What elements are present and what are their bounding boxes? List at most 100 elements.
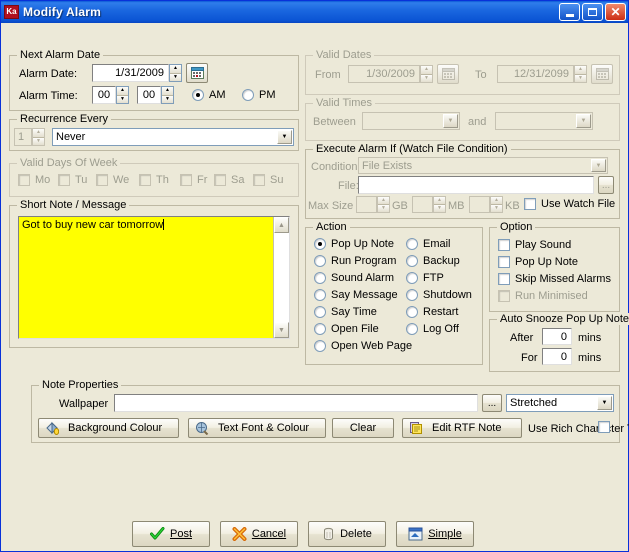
valid-dates-from-calendar-button[interactable] [437, 64, 459, 84]
wallpaper-stretch-combo[interactable]: Stretched ▼ [506, 394, 614, 412]
from-spinner-down-icon[interactable]: ▼ [421, 74, 432, 82]
scroll-down-arrow-icon[interactable]: ▼ [274, 322, 289, 338]
action-radio-log-off[interactable]: Log Off [406, 323, 459, 335]
valid-dates-to-calendar-button[interactable] [591, 64, 613, 84]
file-browse-button[interactable]: ... [598, 176, 614, 194]
option-checkbox-pop-up-note[interactable]: Pop Up Note [498, 256, 578, 268]
gb-spinner-down-icon[interactable]: ▼ [378, 205, 389, 212]
recurrence-count-input[interactable]: 1 [14, 128, 32, 146]
max-size-gb-input[interactable] [356, 196, 377, 213]
action-radio-backup[interactable]: Backup [406, 255, 460, 267]
background-colour-button[interactable]: Background Colour [38, 418, 179, 438]
valid-times-and-combo[interactable]: ▼ [495, 112, 593, 130]
text-font-colour-button[interactable]: Text Font & Colour [188, 418, 326, 438]
recurrence-spinner-down-icon[interactable]: ▼ [33, 137, 44, 145]
action-radio-run-program[interactable]: Run Program [314, 255, 396, 267]
short-note-textarea[interactable]: Got to buy new car tomorrow ▲ ▼ [18, 216, 290, 339]
minimize-button[interactable] [559, 3, 580, 21]
radio-am[interactable]: AM [192, 89, 226, 101]
from-spinner-up-icon[interactable]: ▲ [421, 66, 432, 75]
hour-spinner-down-icon[interactable]: ▼ [117, 95, 128, 103]
option-checkbox-play-sound[interactable]: Play Sound [498, 239, 571, 251]
alarm-hour-spinner[interactable]: ▲ ▼ [116, 86, 129, 104]
action-radio-shutdown[interactable]: Shutdown [406, 289, 472, 301]
recurrence-count-spinner[interactable]: ▲ ▼ [32, 128, 45, 146]
mb-spinner-up-icon[interactable]: ▲ [434, 197, 445, 205]
chevron-down-icon[interactable]: ▼ [576, 114, 591, 128]
hour-spinner-up-icon[interactable]: ▲ [117, 87, 128, 96]
alarm-date-spinner[interactable]: ▲ ▼ [169, 64, 182, 82]
scroll-up-arrow-icon[interactable]: ▲ [274, 217, 289, 233]
alarm-date-input[interactable]: 1/31/2009 [92, 64, 169, 82]
auto-snooze-for-input[interactable]: 0 [542, 348, 572, 365]
action-radio-ftp[interactable]: FTP [406, 272, 444, 284]
wallpaper-input[interactable] [114, 394, 478, 412]
max-size-kb-spinner[interactable]: ▲ ▼ [490, 196, 503, 213]
action-radio-pop-up-note[interactable]: Pop Up Note [314, 238, 394, 250]
use-rich-character-text-checkbox[interactable] [598, 421, 610, 433]
day-checkbox-tu[interactable]: Tu [58, 174, 87, 186]
action-radio-sound-alarm[interactable]: Sound Alarm [314, 272, 394, 284]
option-checkbox-skip-missed-alarms[interactable]: Skip Missed Alarms [498, 273, 611, 285]
mb-spinner-down-icon[interactable]: ▼ [434, 205, 445, 212]
action-radio-say-message[interactable]: Say Message [314, 289, 398, 301]
short-note-scrollbar[interactable]: ▲ ▼ [273, 217, 289, 338]
valid-times-between-combo[interactable]: ▼ [362, 112, 460, 130]
post-button[interactable]: Post [132, 521, 210, 547]
day-checkbox-mo[interactable]: Mo [18, 174, 50, 186]
kb-spinner-down-icon[interactable]: ▼ [491, 205, 502, 212]
action-radio-open-web-page[interactable]: Open Web Page [314, 340, 412, 352]
simple-button[interactable]: Simple [396, 521, 474, 547]
gb-spinner-up-icon[interactable]: ▲ [378, 197, 389, 205]
clear-button[interactable]: Clear [332, 418, 394, 438]
spinner-up-icon[interactable]: ▲ [170, 65, 181, 74]
valid-dates-to-input[interactable]: 12/31/2099 [497, 65, 574, 83]
chevron-down-icon[interactable]: ▼ [443, 114, 458, 128]
short-note-legend: Short Note / Message [17, 199, 130, 211]
day-checkbox-su[interactable]: Su [253, 174, 283, 186]
radio-pm[interactable]: PM [242, 89, 276, 101]
minute-spinner-down-icon[interactable]: ▼ [162, 95, 173, 103]
auto-snooze-after-input[interactable]: 0 [542, 328, 572, 345]
alarm-date-calendar-button[interactable] [186, 63, 208, 83]
valid-dates-to-spinner[interactable]: ▲ ▼ [574, 65, 587, 83]
day-checkbox-we[interactable]: We [96, 174, 129, 186]
alarm-hour-input[interactable]: 00 [92, 86, 116, 104]
condition-combo[interactable]: File Exists ▼ [358, 157, 608, 174]
recurrence-spinner-up-icon[interactable]: ▲ [33, 129, 44, 138]
close-button[interactable]: ✕ [605, 3, 626, 21]
alarm-minute-input[interactable]: 00 [137, 86, 161, 104]
cancel-button[interactable]: Cancel [220, 521, 298, 547]
recurrence-interval-combo[interactable]: Never ▼ [52, 128, 294, 146]
file-input[interactable] [358, 176, 594, 194]
to-spinner-up-icon[interactable]: ▲ [575, 66, 586, 75]
minute-spinner-up-icon[interactable]: ▲ [162, 87, 173, 96]
valid-dates-from-input[interactable]: 1/30/2009 [348, 65, 420, 83]
to-spinner-down-icon[interactable]: ▼ [575, 74, 586, 82]
chevron-down-icon[interactable]: ▼ [597, 396, 612, 410]
maximize-button[interactable] [582, 3, 603, 21]
max-size-gb-spinner[interactable]: ▲ ▼ [377, 196, 390, 213]
day-checkbox-sa[interactable]: Sa [214, 174, 244, 186]
action-radio-say-time[interactable]: Say Time [314, 306, 377, 318]
action-radio-open-file[interactable]: Open File [314, 323, 379, 335]
use-watch-file-checkbox[interactable]: Use Watch File [524, 198, 615, 210]
title-bar[interactable]: Ka Modify Alarm ✕ [1, 1, 628, 23]
day-checkbox-th[interactable]: Th [139, 174, 169, 186]
max-size-kb-input[interactable] [469, 196, 490, 213]
max-size-mb-spinner[interactable]: ▲ ▼ [433, 196, 446, 213]
spinner-down-icon[interactable]: ▼ [170, 73, 181, 81]
wallpaper-browse-button[interactable]: ... [482, 394, 502, 412]
chevron-down-icon[interactable]: ▼ [277, 130, 292, 144]
max-size-mb-input[interactable] [412, 196, 433, 213]
option-checkbox-run-minimised[interactable]: Run Minimised [498, 290, 588, 302]
edit-rtf-note-button[interactable]: Edit RTF Note [402, 418, 522, 438]
alarm-minute-spinner[interactable]: ▲ ▼ [161, 86, 174, 104]
delete-button[interactable]: Delete [308, 521, 386, 547]
day-checkbox-fr[interactable]: Fr [180, 174, 207, 186]
chevron-down-icon[interactable]: ▼ [591, 159, 606, 172]
kb-spinner-up-icon[interactable]: ▲ [491, 197, 502, 205]
valid-dates-from-spinner[interactable]: ▲ ▼ [420, 65, 433, 83]
action-radio-restart[interactable]: Restart [406, 306, 458, 318]
action-radio-email[interactable]: Email [406, 238, 451, 250]
